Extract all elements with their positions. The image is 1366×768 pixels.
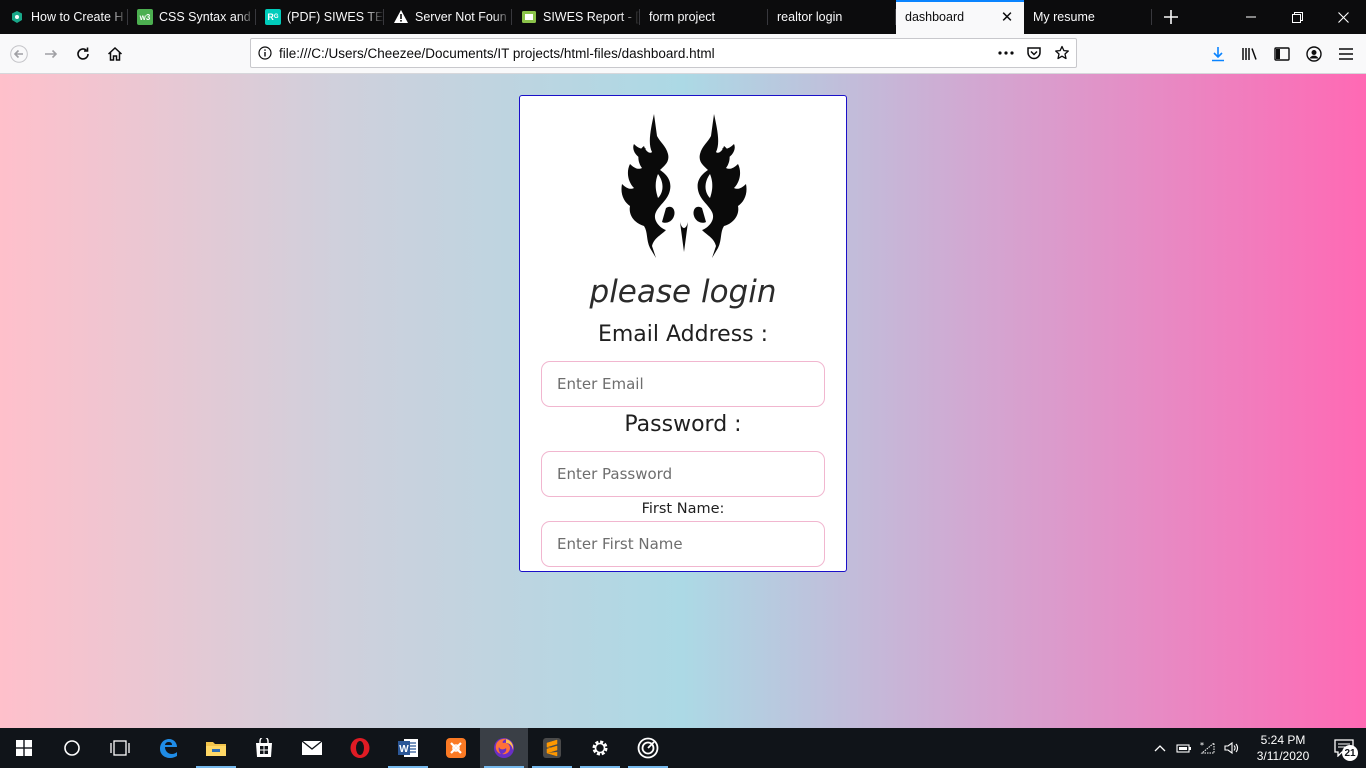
- windows-taskbar: W * 5:24 PM 3/11/2020 21: [0, 728, 1366, 768]
- navigation-toolbar: file:///C:/Users/Cheezee/Documents/IT pr…: [0, 34, 1366, 74]
- cortana-search-icon[interactable]: [48, 728, 96, 768]
- password-label: Password :: [624, 412, 742, 437]
- microsoft-store-icon[interactable]: [240, 728, 288, 768]
- email-input[interactable]: [541, 361, 825, 407]
- tab-title: My resume: [1033, 10, 1095, 24]
- download-icon[interactable]: [1202, 38, 1234, 70]
- svg-text:W: W: [399, 744, 409, 755]
- tab-8[interactable]: My resume: [1024, 0, 1152, 34]
- info-icon[interactable]: [251, 46, 279, 60]
- page-actions-ellipsis-icon[interactable]: [992, 51, 1020, 55]
- svg-text:*: *: [1200, 741, 1204, 750]
- mail-icon[interactable]: [288, 728, 336, 768]
- groove-music-icon[interactable]: [624, 728, 672, 768]
- first-name-label: First Name:: [641, 501, 725, 517]
- tab-title: realtor login: [777, 10, 843, 24]
- login-card: please login Email Address : Password : …: [519, 95, 847, 572]
- library-icon[interactable]: [1234, 38, 1266, 70]
- forward-arrow-icon[interactable]: [35, 38, 67, 70]
- reload-icon[interactable]: [67, 38, 99, 70]
- pocket-icon[interactable]: [1020, 45, 1048, 61]
- windows-start-icon[interactable]: [0, 728, 48, 768]
- system-tray: * 5:24 PM 3/11/2020 21: [1148, 728, 1366, 768]
- tribal-dragons-logo: [621, 114, 747, 258]
- tab-3[interactable]: Server Not Foun: [384, 0, 512, 34]
- url-text[interactable]: file:///C:/Users/Cheezee/Documents/IT pr…: [279, 46, 992, 61]
- tab-4[interactable]: SIWES Report - [: [512, 0, 640, 34]
- account-icon[interactable]: [1298, 38, 1330, 70]
- home-icon[interactable]: [99, 38, 131, 70]
- researchgate-favicon-icon: RG: [265, 9, 281, 25]
- toolbar-right: [1202, 38, 1366, 70]
- opera-browser-icon[interactable]: [336, 728, 384, 768]
- sublime-text-icon[interactable]: [528, 728, 576, 768]
- login-heading: please login: [589, 274, 777, 310]
- close-window-icon[interactable]: [1320, 0, 1366, 34]
- close-tab-icon[interactable]: ✕: [997, 7, 1017, 27]
- sidebar-icon[interactable]: [1266, 38, 1298, 70]
- tab-title: CSS Syntax and S: [159, 10, 256, 24]
- new-tab-plus-icon[interactable]: [1154, 0, 1188, 34]
- notification-count-badge: 21: [1342, 745, 1358, 761]
- minimize-icon[interactable]: [1228, 0, 1274, 34]
- tab-7-active[interactable]: dashboard ✕: [896, 0, 1024, 34]
- page-content: please login Email Address : Password : …: [0, 74, 1366, 728]
- edge-browser-icon[interactable]: [144, 728, 192, 768]
- shield-favicon-icon: [9, 9, 25, 25]
- network-wifi-icon[interactable]: *: [1196, 728, 1220, 768]
- w3schools-favicon-icon: w3: [137, 9, 153, 25]
- tab-title: (PDF) SIWES TEC: [287, 10, 384, 24]
- password-input[interactable]: [541, 451, 825, 497]
- email-label: Email Address :: [597, 322, 769, 347]
- tab-title: How to Create H: [31, 10, 124, 24]
- clock-time: 5:24 PM: [1260, 733, 1306, 747]
- settings-gear-icon[interactable]: [576, 728, 624, 768]
- show-hidden-icons-chevron-icon[interactable]: [1148, 728, 1172, 768]
- task-view-icon[interactable]: [96, 728, 144, 768]
- battery-icon[interactable]: [1172, 728, 1196, 768]
- file-explorer-icon[interactable]: [192, 728, 240, 768]
- tab-2[interactable]: RG (PDF) SIWES TEC: [256, 0, 384, 34]
- back-arrow-icon[interactable]: [3, 38, 35, 70]
- tab-title: form project: [649, 10, 715, 24]
- tab-title: SIWES Report - [: [543, 10, 639, 24]
- warning-favicon-icon: [393, 9, 409, 25]
- tab-1[interactable]: w3 CSS Syntax and S: [128, 0, 256, 34]
- tab-title: Server Not Foun: [415, 10, 507, 24]
- restore-icon[interactable]: [1274, 0, 1320, 34]
- clock[interactable]: 5:24 PM 3/11/2020: [1244, 732, 1322, 764]
- action-center-icon[interactable]: 21: [1322, 728, 1366, 768]
- xampp-icon[interactable]: [432, 728, 480, 768]
- tab-title: dashboard: [905, 10, 965, 24]
- url-bar[interactable]: file:///C:/Users/Cheezee/Documents/IT pr…: [250, 38, 1077, 68]
- tab-5[interactable]: form project: [640, 0, 768, 34]
- menu-hamburger-icon[interactable]: [1330, 38, 1362, 70]
- tab-0[interactable]: How to Create H: [0, 0, 128, 34]
- volume-speaker-icon[interactable]: [1220, 728, 1244, 768]
- firefox-icon[interactable]: [480, 728, 528, 768]
- docs-favicon-icon: [521, 9, 537, 25]
- clock-date: 3/11/2020: [1256, 749, 1310, 763]
- first-name-input[interactable]: [541, 521, 825, 567]
- tab-6[interactable]: realtor login: [768, 0, 896, 34]
- tab-strip: How to Create H w3 CSS Syntax and S RG (…: [0, 0, 1366, 34]
- bookmark-star-icon[interactable]: [1048, 45, 1076, 61]
- microsoft-word-icon[interactable]: W: [384, 728, 432, 768]
- window-controls: [1228, 0, 1366, 34]
